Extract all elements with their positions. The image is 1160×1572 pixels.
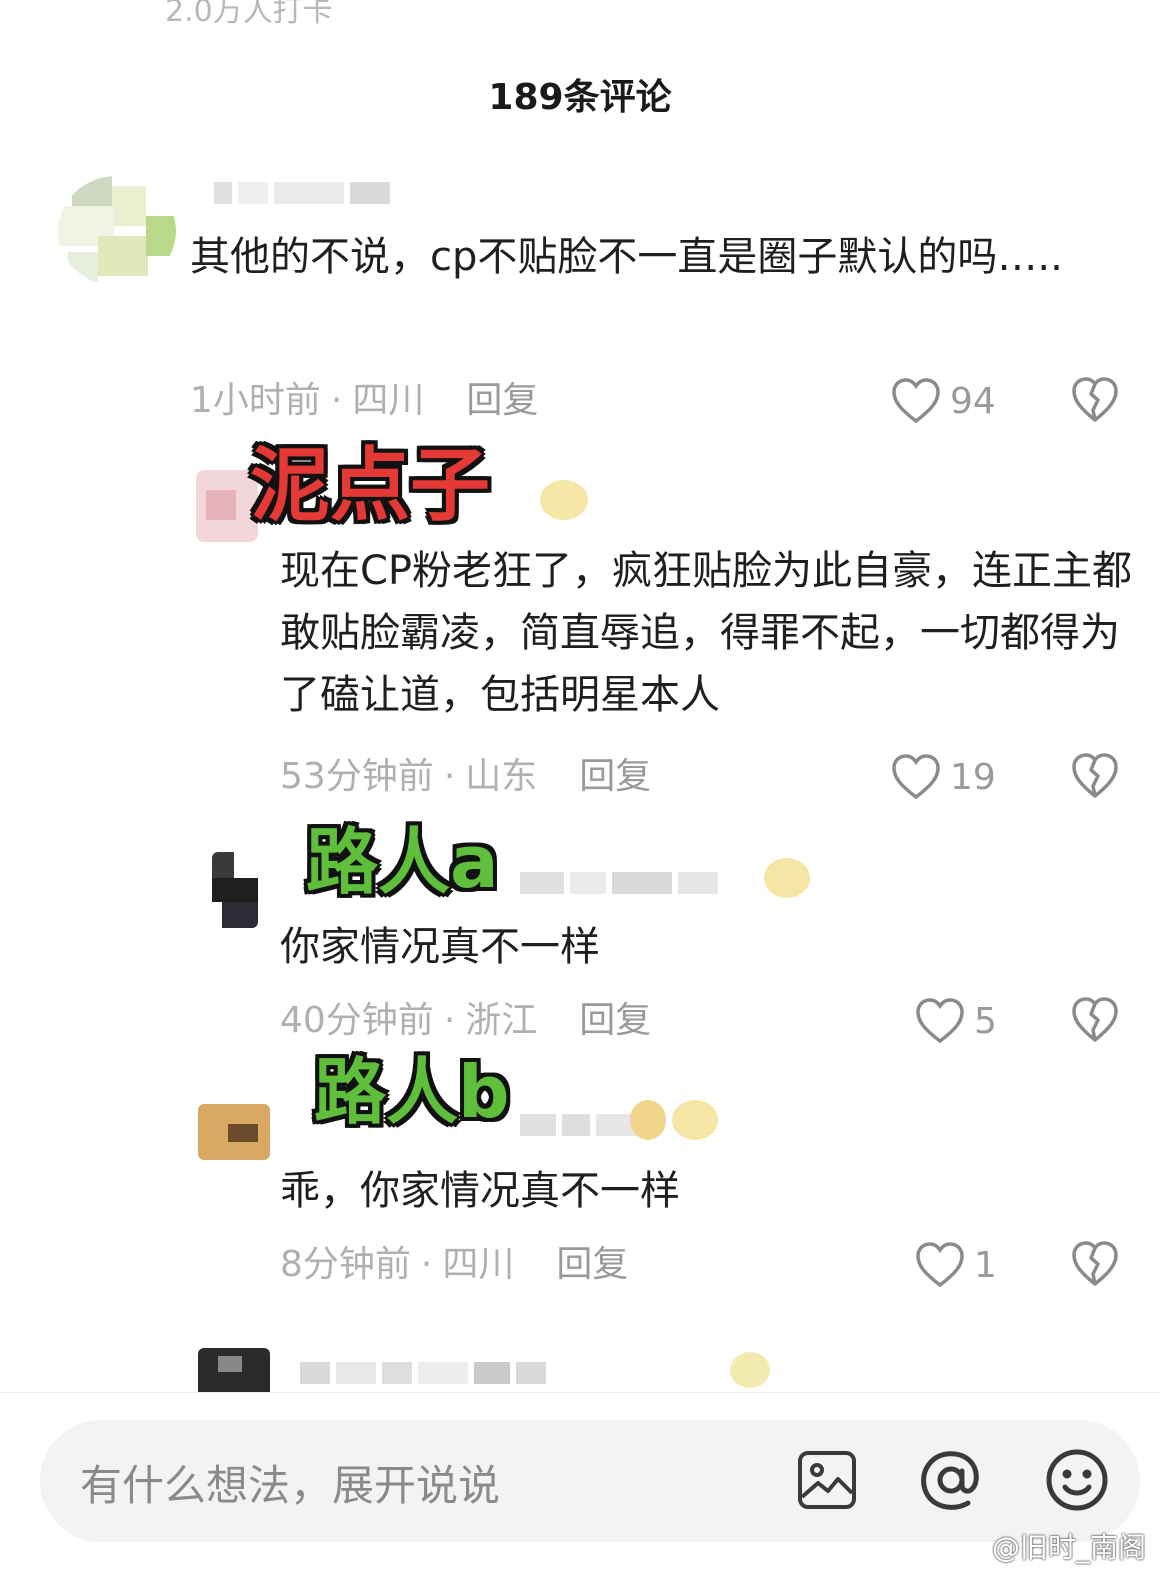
sunflower-badge-icon [630, 1100, 666, 1140]
comment-location: 四川 [442, 1244, 515, 1285]
comment-text: 现在CP粉老狂了，疯狂贴脸为此自豪，连正主都敢贴脸霸凌，简直辱追，得罪不起，一切… [280, 548, 1133, 718]
like-count: 19 [950, 756, 996, 798]
broken-heart-icon [1072, 1241, 1118, 1286]
like-count: 5 [974, 1000, 997, 1042]
like-button[interactable]: 1 [914, 1240, 997, 1290]
comment-meta: 8分钟前 · 四川 回复 [280, 1244, 629, 1285]
fan-badge-icon [672, 1100, 718, 1140]
comment-meta: 53分钟前 · 山东 回复 [280, 756, 652, 797]
reply-button[interactable]: 回复 [579, 756, 651, 797]
username-blurred[interactable] [520, 866, 718, 900]
comment-text: 你家情况真不一样 [280, 924, 600, 970]
comment-input[interactable]: 有什么想法，展开说说 [80, 1452, 500, 1513]
username-blurred[interactable] [214, 176, 390, 210]
heart-icon [916, 998, 964, 1044]
at-icon[interactable] [918, 1445, 988, 1515]
like-count: 94 [950, 380, 996, 422]
heart-icon [892, 754, 940, 800]
avatar[interactable] [58, 176, 176, 286]
reply-button[interactable]: 回复 [579, 1000, 651, 1041]
like-button[interactable]: 5 [914, 996, 997, 1046]
broken-heart-icon [1072, 997, 1118, 1042]
comment-meta: 40分钟前 · 浙江 回复 [280, 1000, 652, 1041]
dislike-button[interactable] [1070, 996, 1120, 1044]
avatar[interactable] [196, 470, 258, 542]
avatar[interactable] [198, 1348, 270, 1392]
heart-icon [892, 378, 940, 424]
avatar[interactable] [212, 852, 258, 928]
broken-heart-icon [1072, 753, 1118, 798]
comment-time: 8分钟前 [280, 1244, 411, 1285]
avatar[interactable] [198, 1104, 270, 1160]
dislike-button[interactable] [1070, 376, 1120, 424]
like-button[interactable]: 94 [890, 376, 996, 426]
checkin-count-text: 2.0万人打卡 [165, 0, 333, 29]
dislike-button[interactable] [1070, 1240, 1120, 1288]
fan-badge-icon [730, 1352, 770, 1388]
like-button[interactable]: 19 [890, 752, 996, 802]
comment-time: 53分钟前 [280, 756, 434, 797]
comment-text: 乖，你家情况真不一样 [280, 1168, 680, 1214]
comment-location: 浙江 [465, 1000, 538, 1041]
username-blurred[interactable] [300, 1356, 546, 1390]
comment-text: 其他的不说，cp不贴脸不一直是圈子默认的吗….. [190, 234, 1063, 280]
reply-button[interactable]: 回复 [556, 1244, 628, 1285]
overlay-label-passerby-b: 路人b [314, 1050, 510, 1134]
comment-location: 山东 [465, 756, 538, 797]
reply-button[interactable]: 回复 [466, 380, 538, 421]
overlay-label-passerby-a: 路人a [306, 820, 499, 904]
broken-heart-icon [1072, 377, 1118, 422]
dislike-button[interactable] [1070, 752, 1120, 800]
comment-time: 1小时前 [190, 380, 321, 421]
comment-location: 四川 [352, 380, 425, 421]
emoji-icon[interactable] [1044, 1445, 1114, 1515]
watermark: @旧时_南阁 [991, 1531, 1146, 1564]
divider [0, 1392, 1160, 1393]
comment-time: 40分钟前 [280, 1000, 434, 1041]
fan-badge-icon [764, 858, 810, 898]
comment-count-title: 189条评论 [488, 77, 672, 118]
fan-badge-icon [540, 480, 588, 520]
username-blurred[interactable] [520, 1108, 636, 1142]
overlay-label-nidianzi: 泥点子 [250, 439, 490, 532]
image-icon[interactable] [796, 1445, 866, 1515]
like-count: 1 [974, 1244, 997, 1286]
heart-icon [916, 1242, 964, 1288]
comment-meta: 1小时前 · 四川 回复 [190, 380, 539, 421]
